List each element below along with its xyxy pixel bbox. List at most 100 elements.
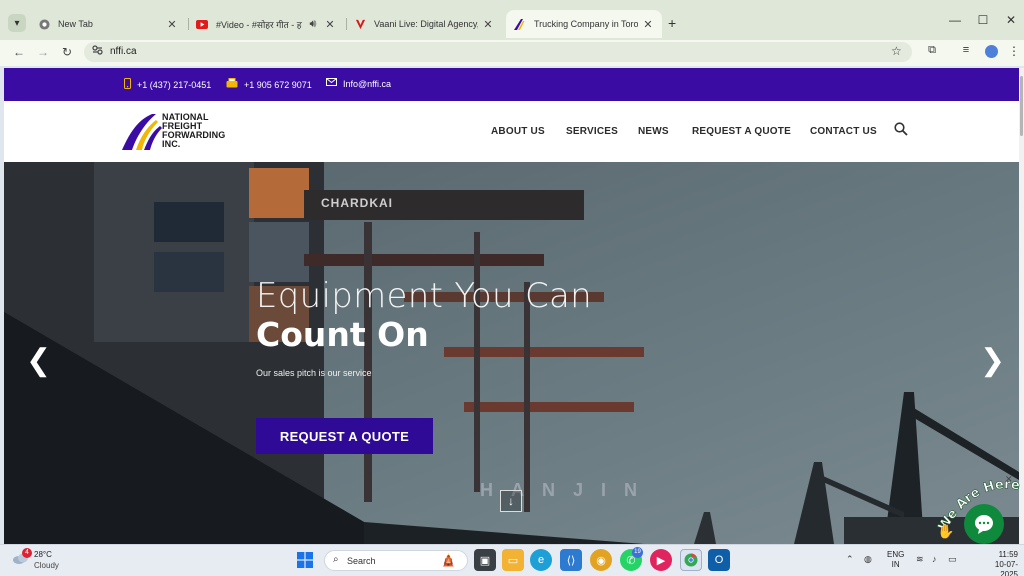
slider-next-icon[interactable]: ❯ xyxy=(980,343,1005,378)
chrome-taskbar-icon[interactable]: ◉ xyxy=(590,549,612,571)
youtube-icon xyxy=(196,18,208,30)
request-quote-button[interactable]: REQUEST A QUOTE xyxy=(256,418,433,454)
nav-about-us[interactable]: ABOUT US xyxy=(491,126,545,137)
waving-hand-icon: ✋ xyxy=(937,523,954,539)
scroll-down-icon[interactable]: ↓ xyxy=(500,490,522,512)
hero-heading-line2: Count On xyxy=(256,315,429,354)
back-icon[interactable]: ← xyxy=(11,44,27,60)
logo-wordmark: NATIONAL FREIGHT FORWARDING INC. xyxy=(162,113,225,149)
lang-line1: ENG xyxy=(887,550,905,559)
tab-title: #Video - #सोहर गीत - हमरा xyxy=(216,19,302,30)
battery-icon[interactable]: ▭ xyxy=(948,554,957,565)
mail-icon xyxy=(326,78,337,89)
tab-trucking-company[interactable]: Trucking Company in Toronto | ✕ xyxy=(506,10,662,38)
close-icon[interactable]: ✕ xyxy=(642,18,654,31)
volume-icon[interactable]: ♪ xyxy=(932,554,937,564)
temple-icon: 🛕 xyxy=(441,553,456,567)
nffi-icon xyxy=(514,18,526,30)
edge-icon[interactable]: e xyxy=(530,549,552,571)
phone2-link[interactable]: +1 905 672 9071 xyxy=(226,78,312,91)
weather-condition: Cloudy xyxy=(34,561,59,570)
crane-lettering: CHARDKAI xyxy=(321,196,393,210)
tab-title: New Tab xyxy=(58,19,93,29)
nav-contact-us[interactable]: CONTACT US xyxy=(810,126,877,137)
weather-badge: 4 xyxy=(22,548,32,558)
chevron-down-icon: ▾ xyxy=(14,17,20,29)
site-header: NATIONAL FREIGHT FORWARDING INC. ABOUT U… xyxy=(4,101,1019,162)
chat-icon xyxy=(975,515,993,534)
scrollbar-thumb[interactable] xyxy=(1020,76,1023,136)
lang-line2: IN xyxy=(891,560,900,569)
taskbar-search[interactable]: ⌕ Search 🛕 xyxy=(324,550,468,571)
task-view-icon[interactable]: ▣ xyxy=(474,549,496,571)
phone1-link[interactable]: +1 (437) 217-0451 xyxy=(124,78,211,92)
window-close-icon[interactable]: ✕ xyxy=(1004,13,1018,27)
mobile-phone-icon xyxy=(124,78,131,92)
temperature: 28°C xyxy=(34,550,52,559)
clock-time: 11:59 xyxy=(998,550,1018,559)
new-tab-button[interactable]: + xyxy=(668,15,676,31)
address-url[interactable]: nffi.ca xyxy=(110,46,137,57)
close-icon[interactable]: ✕ xyxy=(482,18,494,31)
minimize-icon[interactable]: — xyxy=(948,13,962,27)
tab-new-tab[interactable]: New Tab ✕ xyxy=(30,10,186,38)
reload-icon[interactable]: ↻ xyxy=(59,44,75,60)
contact-topbar: +1 (437) 217-0451 +1 905 672 9071 Info@n… xyxy=(4,68,1019,101)
bookmark-star-icon[interactable]: ☆ xyxy=(891,44,902,58)
chat-open-button[interactable] xyxy=(964,504,1004,544)
nav-services[interactable]: SERVICES xyxy=(566,126,618,137)
windows-logo-icon xyxy=(297,552,313,568)
tab-vaani-live[interactable]: Vaani Live: Digital Agency, Web ✕ xyxy=(346,10,502,38)
close-icon[interactable]: ✕ xyxy=(166,18,178,31)
hero-heading-line1: Equipment You Can xyxy=(256,276,593,316)
vaani-icon xyxy=(354,18,366,30)
chrome-logo-icon xyxy=(684,553,698,567)
nav-news[interactable]: NEWS xyxy=(638,126,669,137)
system-clock[interactable]: 11:59 10-07-2025 xyxy=(984,550,1018,576)
forward-icon[interactable]: → xyxy=(35,44,51,60)
hero-slider: CHARDKAI ❮ ❯ Equipment You Can Count On … xyxy=(4,162,1019,544)
clock-date: 10-07-2025 xyxy=(994,560,1018,576)
maximize-icon[interactable]: ☐ xyxy=(976,13,990,27)
file-explorer-icon[interactable]: ▭ xyxy=(502,549,524,571)
web-page: +1 (437) 217-0451 +1 905 672 9071 Info@n… xyxy=(4,68,1019,544)
slider-prev-icon[interactable]: ❮ xyxy=(26,343,51,378)
site-info-icon[interactable] xyxy=(92,45,103,58)
hero-subtitle: Our sales pitch is our service xyxy=(256,368,372,378)
profile-avatar[interactable] xyxy=(985,45,998,58)
tab-search-button[interactable]: ▾ xyxy=(8,14,26,32)
chrome-icon xyxy=(38,18,50,30)
speaker-icon[interactable]: 🔊︎ xyxy=(306,18,320,31)
screen: ▾ New Tab ✕ #Video - #सोहर गीत - हमरा 🔊︎… xyxy=(0,0,1024,576)
logo-line: INC. xyxy=(162,139,181,149)
taskbar-search-label: Search xyxy=(347,556,376,566)
email-link[interactable]: Info@nffi.ca xyxy=(326,78,391,89)
close-icon[interactable]: ✕ xyxy=(324,18,336,31)
wifi-icon[interactable]: ≋ xyxy=(916,554,924,565)
vscode-icon[interactable]: ⟨⟩ xyxy=(560,549,582,571)
media-player-icon[interactable]: ▶ xyxy=(650,549,672,571)
whatsapp-badge: 19 xyxy=(632,547,643,558)
logo-mark-icon xyxy=(122,114,162,150)
chrome-active-icon[interactable] xyxy=(680,549,702,571)
network-status-icon[interactable]: ◍ xyxy=(864,554,872,565)
start-button[interactable] xyxy=(294,549,316,571)
search-icon: ⌕ xyxy=(333,554,339,565)
phone1-text: +1 (437) 217-0451 xyxy=(137,80,212,90)
extensions-icon[interactable]: ⧉ xyxy=(924,44,940,57)
address-bar[interactable] xyxy=(84,42,912,62)
search-icon[interactable] xyxy=(894,122,910,138)
chat-close-icon[interactable]: ✕ xyxy=(1005,474,1013,485)
language-indicator[interactable]: ENG IN xyxy=(887,550,904,570)
tab-title: Trucking Company in Toronto | xyxy=(534,19,638,29)
site-logo[interactable]: NATIONAL FREIGHT FORWARDING INC. xyxy=(122,112,242,152)
show-hidden-icons[interactable]: ⌃ xyxy=(846,554,854,565)
nav-request-a-quote[interactable]: REQUEST A QUOTE xyxy=(692,126,791,137)
more-options-icon[interactable]: ⋮ xyxy=(1008,44,1020,58)
outlook-icon[interactable]: O xyxy=(708,549,730,571)
tab-title: Vaani Live: Digital Agency, Web xyxy=(374,19,478,29)
phone2-text: +1 905 672 9071 xyxy=(244,79,312,90)
email-text: Info@nffi.ca xyxy=(343,78,391,89)
media-controls-icon[interactable]: ≡ xyxy=(958,44,974,56)
tab-youtube-video[interactable]: #Video - #सोहर गीत - हमरा 🔊︎ ✕ xyxy=(188,10,344,38)
